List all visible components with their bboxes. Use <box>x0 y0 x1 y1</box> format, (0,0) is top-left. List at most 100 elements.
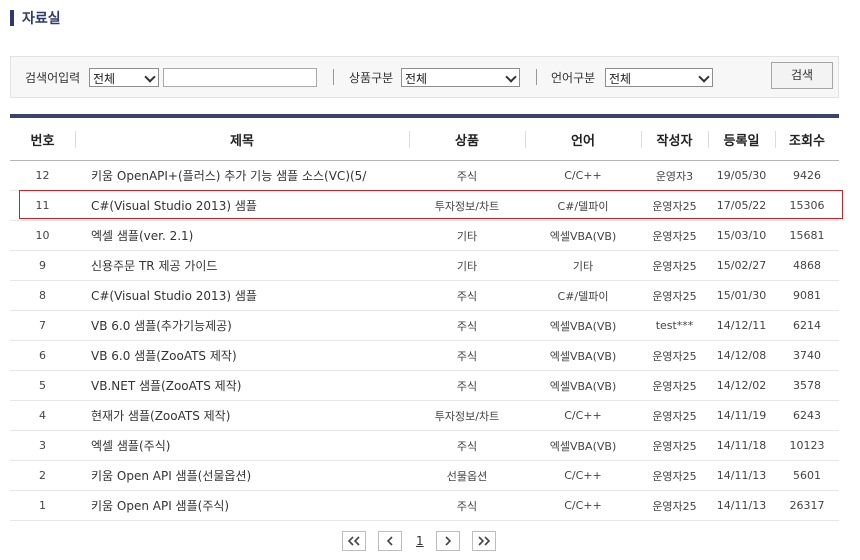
keyword-input[interactable] <box>163 68 317 87</box>
row-language: C/C++ <box>525 460 641 491</box>
row-date: 14/12/02 <box>708 370 775 401</box>
header-title: 제목 <box>75 114 409 161</box>
row-no: 12 <box>10 160 75 191</box>
row-title-link[interactable]: 현재가 샘플(ZooATS 제작) <box>75 400 409 431</box>
row-title-link[interactable]: 키움 Open API 샘플(주식) <box>75 490 409 521</box>
row-date: 14/11/19 <box>708 400 775 431</box>
row-no: 4 <box>10 400 75 431</box>
row-title-link[interactable]: 신용주문 TR 제공 가이드 <box>75 250 409 281</box>
table-row[interactable]: 7 VB 6.0 샘플(추가기능제공) 주식 엑셀VBA(VB) test***… <box>10 310 839 341</box>
double-chevron-right-icon <box>478 536 490 546</box>
row-title-link[interactable]: 엑셀 샘플(ver. 2.1) <box>75 220 409 251</box>
keyword-scope-value: 전체 <box>93 72 116 86</box>
row-product: 주식 <box>409 310 525 341</box>
row-author: 운영자25 <box>641 400 708 431</box>
row-product: 선물옵션 <box>409 460 525 491</box>
next-page-button[interactable] <box>435 531 460 551</box>
table-row[interactable]: 3 엑셀 샘플(주식) 주식 엑셀VBA(VB) 운영자25 14/11/18 … <box>10 430 839 461</box>
row-no: 10 <box>10 220 75 251</box>
row-no: 8 <box>10 280 75 311</box>
row-title-link[interactable]: 엑셀 샘플(주식) <box>75 430 409 461</box>
row-product: 투자정보/차트 <box>409 190 525 221</box>
row-views: 6243 <box>775 400 839 431</box>
header-language: 언어 <box>525 114 641 161</box>
header-date: 등록일 <box>708 114 775 161</box>
row-author: 운영자25 <box>641 250 708 281</box>
row-date: 14/12/11 <box>708 310 775 341</box>
row-author: 운영자3 <box>641 160 708 191</box>
page-header: 자료실 <box>10 8 61 28</box>
row-product: 주식 <box>409 340 525 371</box>
row-title-link[interactable]: 키움 Open API 샘플(선물옵션) <box>75 460 409 491</box>
row-date: 15/02/27 <box>708 250 775 281</box>
row-product: 주식 <box>409 280 525 311</box>
table-row[interactable]: 12 키움 OpenAPI+(플러스) 추가 기능 샘플 소스(VC)(5/ 주… <box>10 160 839 191</box>
row-views: 10123 <box>775 430 839 461</box>
title-accent-bar <box>10 10 14 26</box>
row-views: 3578 <box>775 370 839 401</box>
page-title: 자료실 <box>22 11 61 27</box>
keyword-scope-select[interactable]: 전체 <box>89 68 159 87</box>
row-views: 6214 <box>775 310 839 341</box>
table-row[interactable]: 10 엑셀 샘플(ver. 2.1) 기타 엑셀VBA(VB) 운영자25 15… <box>10 220 839 251</box>
chevron-down-icon <box>505 71 517 83</box>
divider <box>536 69 537 85</box>
row-no: 6 <box>10 340 75 371</box>
table-row[interactable]: 9 신용주문 TR 제공 가이드 기타 기타 운영자25 15/02/27 48… <box>10 250 839 281</box>
table-row[interactable]: 5 VB.NET 샘플(ZooATS 제작) 주식 엑셀VBA(VB) 운영자2… <box>10 370 839 401</box>
header-product: 상품 <box>409 114 525 161</box>
table-row[interactable]: 1 키움 Open API 샘플(주식) 주식 C/C++ 운영자25 14/1… <box>10 490 839 521</box>
row-date: 19/05/30 <box>708 160 775 191</box>
row-language: C#/델파이 <box>525 190 641 221</box>
last-page-button[interactable] <box>471 531 496 551</box>
row-views: 9426 <box>775 160 839 191</box>
language-label: 언어구분 <box>551 71 596 85</box>
row-language: 엑셀VBA(VB) <box>525 340 641 371</box>
product-select-value: 전체 <box>405 72 428 86</box>
row-no: 9 <box>10 250 75 281</box>
row-language: C/C++ <box>525 490 641 521</box>
row-author: 운영자25 <box>641 460 708 491</box>
table-row[interactable]: 4 현재가 샘플(ZooATS 제작) 투자정보/차트 C/C++ 운영자25 … <box>10 400 839 431</box>
row-date: 15/01/30 <box>708 280 775 311</box>
prev-page-button[interactable] <box>378 531 402 551</box>
row-views: 9081 <box>775 280 839 311</box>
table-row[interactable]: 8 C#(Visual Studio 2013) 샘플 주식 C#/델파이 운영… <box>10 280 839 311</box>
row-date: 14/12/08 <box>708 340 775 371</box>
divider <box>333 69 334 85</box>
row-product: 기타 <box>409 220 525 251</box>
row-no: 7 <box>10 310 75 341</box>
row-author: 운영자25 <box>641 340 708 371</box>
row-language: C/C++ <box>525 400 641 431</box>
row-date: 14/11/18 <box>708 430 775 461</box>
search-button[interactable]: 검색 <box>771 62 833 89</box>
table-row[interactable]: 6 VB 6.0 샘플(ZooATS 제작) 주식 엑셀VBA(VB) 운영자2… <box>10 340 839 371</box>
language-select[interactable]: 전체 <box>605 68 713 87</box>
row-views: 26317 <box>775 490 839 521</box>
product-label: 상품구분 <box>349 71 394 85</box>
row-product: 주식 <box>409 370 525 401</box>
row-language: C/C++ <box>525 160 641 191</box>
header-views: 조회수 <box>775 114 839 161</box>
page-number-current[interactable]: 1 <box>416 534 424 548</box>
row-title-link[interactable]: VB 6.0 샘플(추가기능제공) <box>75 310 409 341</box>
row-title-link[interactable]: C#(Visual Studio 2013) 샘플 <box>75 280 409 311</box>
double-chevron-left-icon <box>347 536 360 546</box>
row-author: 운영자25 <box>641 370 708 401</box>
row-title-link[interactable]: VB 6.0 샘플(ZooATS 제작) <box>75 340 409 371</box>
row-title-link[interactable]: 키움 OpenAPI+(플러스) 추가 기능 샘플 소스(VC)(5/ <box>75 160 409 191</box>
language-select-value: 전체 <box>609 72 632 86</box>
row-title-link[interactable]: VB.NET 샘플(ZooATS 제작) <box>75 370 409 401</box>
first-page-button[interactable] <box>342 531 366 551</box>
product-select[interactable]: 전체 <box>401 68 520 87</box>
row-title-link[interactable]: C#(Visual Studio 2013) 샘플 <box>75 190 409 221</box>
row-product: 주식 <box>409 430 525 461</box>
table-row[interactable]: 11 C#(Visual Studio 2013) 샘플 투자정보/차트 C#/… <box>10 190 839 221</box>
chevron-down-icon <box>698 71 710 83</box>
row-product: 투자정보/차트 <box>409 400 525 431</box>
row-author: 운영자25 <box>641 190 708 221</box>
row-date: 14/11/13 <box>708 460 775 491</box>
row-views: 15681 <box>775 220 839 251</box>
row-product: 기타 <box>409 250 525 281</box>
table-row[interactable]: 2 키움 Open API 샘플(선물옵션) 선물옵션 C/C++ 운영자25 … <box>10 460 839 491</box>
